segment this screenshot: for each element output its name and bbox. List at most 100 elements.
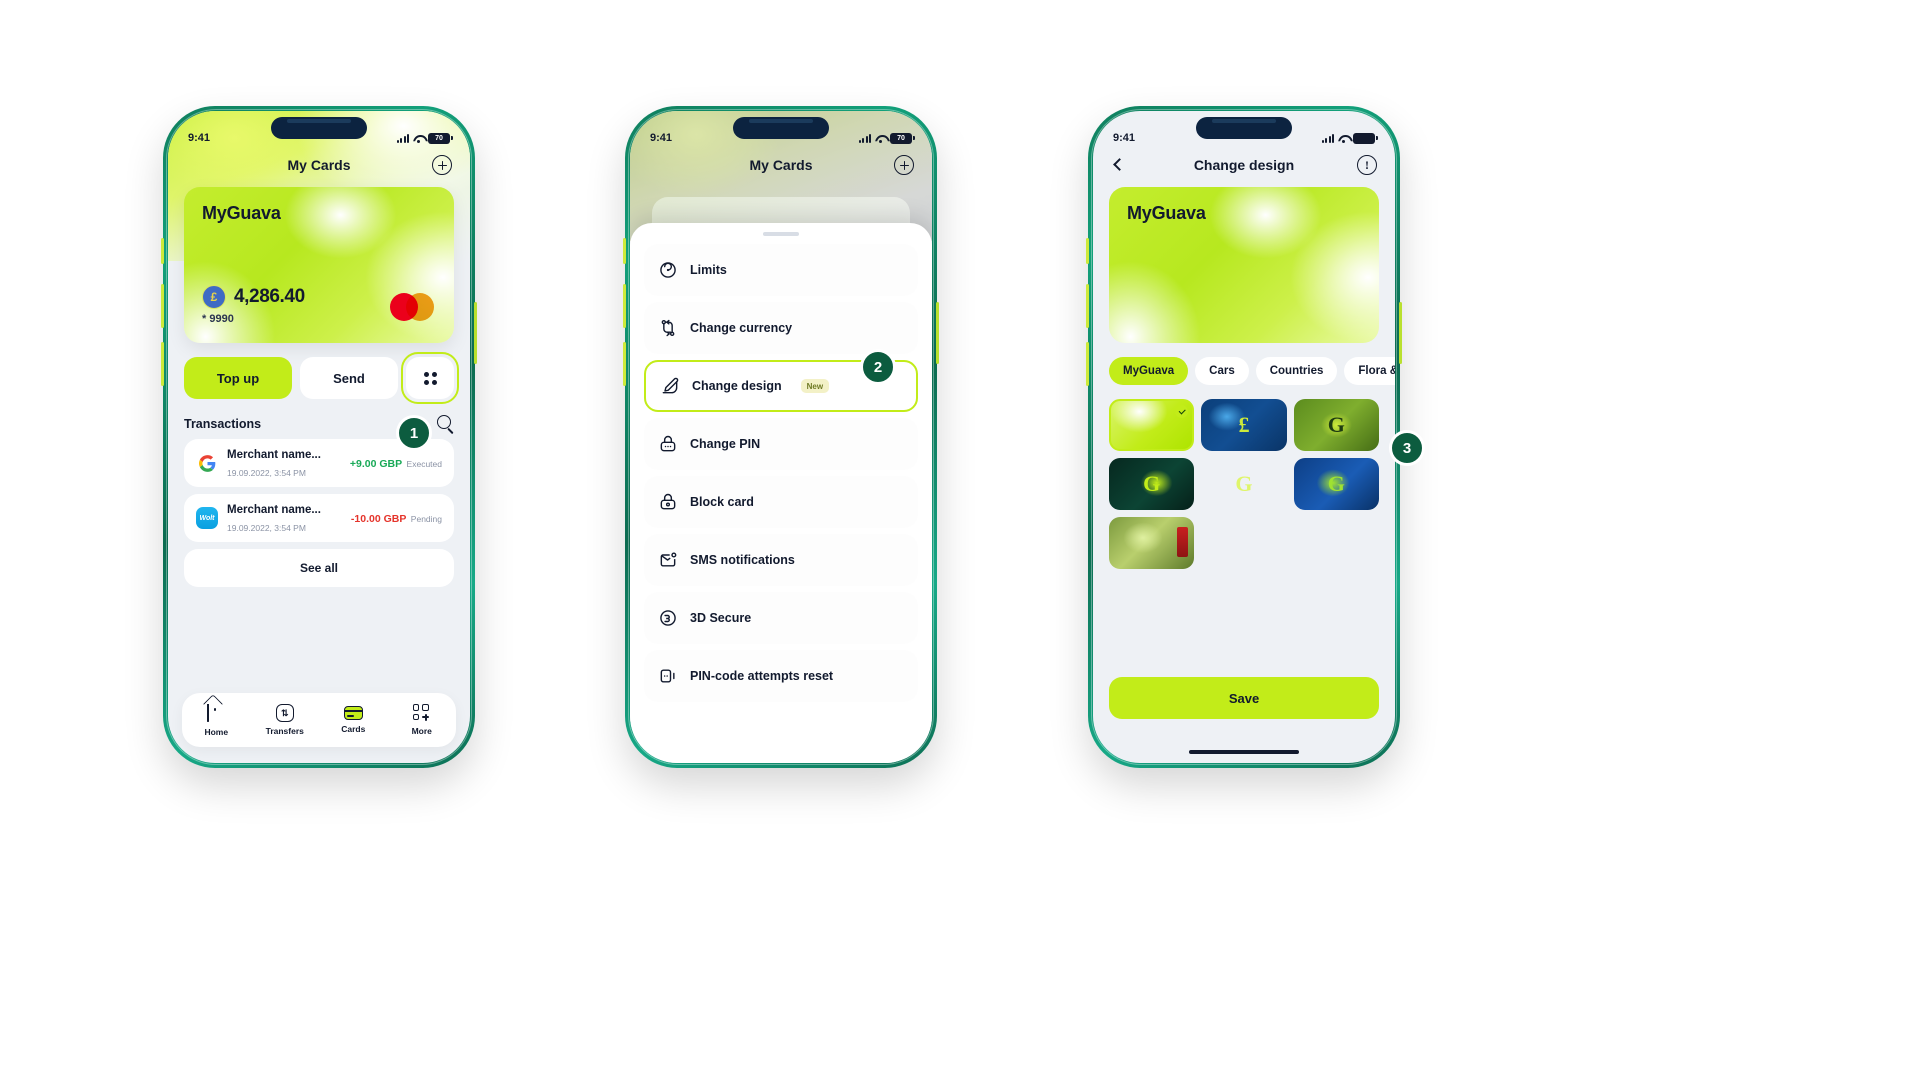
status-badge: Pending: [410, 514, 442, 524]
step-badge-3: 3: [1389, 430, 1425, 466]
limits-icon: [658, 260, 678, 280]
table-row[interactable]: Wolt Merchant name... 19.09.2022, 3:54 P…: [184, 494, 454, 542]
tab-label: Cards: [341, 724, 366, 734]
menu-item-label: Change currency: [690, 321, 793, 335]
transactions-list: Merchant name... 19.09.2022, 3:54 PM +9.…: [184, 439, 454, 587]
menu-item-change-pin[interactable]: Change PIN: [644, 418, 918, 470]
design-thumb-green-quilt[interactable]: G: [1293, 399, 1379, 451]
thumb-glyph: G: [1235, 471, 1253, 496]
volume-up-button[interactable]: [1086, 284, 1089, 328]
tab-label: Home: [204, 726, 229, 737]
thumb-glyph: G: [1327, 412, 1345, 437]
design-thumb-dark-burst[interactable]: G: [1201, 458, 1286, 510]
menu-item-3d-secure[interactable]: 3D Secure: [644, 592, 918, 644]
chip-countries[interactable]: Countries: [1255, 357, 1338, 385]
mute-switch[interactable]: [623, 238, 626, 264]
options-bottom-sheet: Limits Change currency Change design New…: [630, 223, 932, 763]
card-masked-number: * 9990: [202, 313, 234, 325]
transaction-amount: +9.00 GBP: [349, 458, 403, 470]
card-balance: £ 4,286.40: [202, 285, 305, 309]
add-card-button[interactable]: [894, 155, 914, 175]
mute-switch[interactable]: [161, 238, 164, 264]
card-brand-name: MyGuava: [1127, 203, 1206, 223]
volume-up-button[interactable]: [623, 284, 626, 328]
see-all-button[interactable]: See all: [184, 549, 454, 587]
tab-home[interactable]: Home: [189, 703, 243, 737]
design-grid: £ G G G G: [1109, 399, 1379, 569]
more-options-icon: [423, 371, 437, 385]
volume-down-button[interactable]: [161, 342, 164, 386]
step-badge-2: 2: [860, 349, 896, 385]
3d-secure-icon: [658, 608, 678, 628]
mute-switch[interactable]: [1086, 238, 1089, 264]
status-badge: Executed: [406, 459, 442, 469]
phone-mockup-2: 9:41 70 My Cards Limits Change currency …: [623, 106, 939, 768]
save-button[interactable]: Save: [1109, 677, 1379, 719]
wifi-icon: [1338, 134, 1349, 143]
menu-item-label: PIN-code attempts reset: [690, 669, 834, 683]
merchant-name: Merchant name...: [227, 504, 321, 516]
power-button[interactable]: [936, 302, 939, 364]
search-icon[interactable]: [437, 415, 454, 432]
design-thumb-blue-splash[interactable]: G: [1293, 458, 1379, 510]
wifi-icon: [413, 134, 424, 143]
notch: [733, 117, 829, 139]
chip-myguava[interactable]: MyGuava: [1109, 357, 1189, 385]
merchant-name: Merchant name...: [227, 449, 321, 461]
volume-up-button[interactable]: [161, 284, 164, 328]
design-thumb-cash-stack[interactable]: [1109, 517, 1195, 569]
menu-item-change-currency[interactable]: Change currency: [644, 302, 918, 354]
send-button[interactable]: Send: [300, 357, 398, 399]
add-card-button[interactable]: [432, 155, 452, 175]
chip-flora[interactable]: Flora &: [1344, 357, 1395, 385]
transaction-date: 19.09.2022, 3:54 PM: [227, 468, 306, 478]
cellular-signal-icon: [396, 133, 409, 143]
page-title: My Cards: [287, 157, 351, 173]
chip-cars[interactable]: Cars: [1195, 357, 1249, 385]
sheet-grabber[interactable]: [763, 232, 799, 236]
menu-item-label: Change PIN: [690, 437, 761, 451]
tab-cards[interactable]: Cards: [326, 706, 380, 734]
power-button[interactable]: [1399, 302, 1402, 364]
info-button[interactable]: !: [1357, 155, 1377, 175]
pin-reset-icon: [658, 666, 678, 686]
menu-item-limits[interactable]: Limits: [644, 244, 918, 296]
menu-item-label: Limits: [690, 263, 727, 277]
notch: [271, 117, 367, 139]
design-thumb-dark-swirl[interactable]: G: [1109, 458, 1195, 510]
phone-mockup-3: 9:41 Change design ! MyGuava MyGuava Car…: [1086, 106, 1402, 768]
phone-frame: 9:41 70 My Cards Limits Change currency …: [623, 106, 939, 768]
payment-card[interactable]: MyGuava £ 4,286.40 * 9990: [184, 187, 454, 343]
wolt-icon: Wolt: [196, 507, 218, 529]
battery-icon: 70: [428, 132, 453, 144]
tab-more[interactable]: More: [395, 704, 449, 736]
change-design-icon: [660, 376, 680, 396]
more-options-button[interactable]: [401, 352, 459, 404]
top-up-button[interactable]: Top up: [184, 357, 292, 399]
screen-change-design: 9:41 Change design ! MyGuava MyGuava Car…: [1093, 111, 1395, 763]
volume-down-button[interactable]: [623, 342, 626, 386]
home-indicator: [1189, 750, 1299, 754]
tab-transfers[interactable]: ⇅ Transfers: [258, 704, 312, 736]
card-amount: 4,286.40: [234, 286, 305, 307]
circle-plus-icon: [894, 155, 914, 175]
design-category-chips: MyGuava Cars Countries Flora &: [1109, 357, 1395, 385]
phone-frame: 9:41 Change design ! MyGuava MyGuava Car…: [1086, 106, 1402, 768]
menu-item-pin-attempts-reset[interactable]: PIN-code attempts reset: [644, 650, 918, 702]
change-pin-icon: [658, 434, 678, 454]
block-card-icon: [658, 492, 678, 512]
notch: [1196, 117, 1292, 139]
bottom-tab-bar: Home ⇅ Transfers Cards More: [182, 693, 456, 747]
design-thumb-myguava-green[interactable]: [1109, 399, 1195, 451]
menu-item-label: Block card: [690, 495, 754, 509]
power-button[interactable]: [474, 302, 477, 364]
menu-item-block-card[interactable]: Block card: [644, 476, 918, 528]
volume-down-button[interactable]: [1086, 342, 1089, 386]
more-grid-icon: [412, 704, 431, 722]
menu-item-sms-notifications[interactable]: SMS notifications: [644, 534, 918, 586]
thumb-glyph: G: [1327, 471, 1345, 496]
design-thumb-blue-coins[interactable]: £: [1201, 399, 1287, 451]
status-time: 9:41: [1113, 132, 1136, 144]
card-actions: Top up Send: [184, 352, 459, 404]
google-icon: [196, 452, 218, 474]
